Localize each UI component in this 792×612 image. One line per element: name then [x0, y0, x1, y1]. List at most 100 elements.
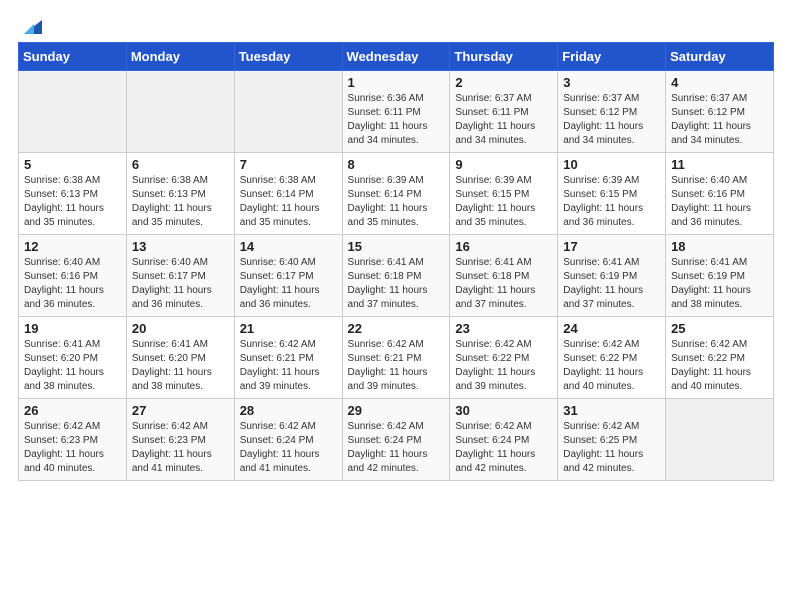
day-info: Sunrise: 6:38 AM Sunset: 6:13 PM Dayligh… [132, 174, 229, 230]
calendar-cell: 25 Sunrise: 6:42 AM Sunset: 6:22 PM Dayli… [666, 317, 774, 399]
calendar-cell: 9 Sunrise: 6:39 AM Sunset: 6:15 PM Daylig… [450, 153, 558, 235]
logo [18, 18, 42, 32]
day-number: 6 [132, 157, 229, 172]
weekday-header-wednesday: Wednesday [342, 43, 450, 71]
calendar-week-row: 19 Sunrise: 6:41 AM Sunset: 6:20 PM Dayli… [19, 317, 774, 399]
calendar-cell: 6 Sunrise: 6:38 AM Sunset: 6:13 PM Daylig… [126, 153, 234, 235]
day-number: 24 [563, 321, 660, 336]
day-number: 30 [455, 403, 552, 418]
day-number: 9 [455, 157, 552, 172]
day-info: Sunrise: 6:39 AM Sunset: 6:14 PM Dayligh… [348, 174, 445, 230]
calendar-week-row: 5 Sunrise: 6:38 AM Sunset: 6:13 PM Daylig… [19, 153, 774, 235]
day-info: Sunrise: 6:41 AM Sunset: 6:20 PM Dayligh… [132, 338, 229, 394]
day-info: Sunrise: 6:42 AM Sunset: 6:23 PM Dayligh… [132, 420, 229, 476]
day-number: 5 [24, 157, 121, 172]
day-info: Sunrise: 6:40 AM Sunset: 6:17 PM Dayligh… [132, 256, 229, 312]
day-info: Sunrise: 6:42 AM Sunset: 6:24 PM Dayligh… [455, 420, 552, 476]
weekday-header-saturday: Saturday [666, 43, 774, 71]
day-number: 28 [240, 403, 337, 418]
calendar-cell: 2 Sunrise: 6:37 AM Sunset: 6:11 PM Daylig… [450, 71, 558, 153]
day-info: Sunrise: 6:37 AM Sunset: 6:12 PM Dayligh… [671, 92, 768, 148]
day-info: Sunrise: 6:42 AM Sunset: 6:22 PM Dayligh… [671, 338, 768, 394]
calendar-cell: 28 Sunrise: 6:42 AM Sunset: 6:24 PM Dayli… [234, 399, 342, 481]
day-number: 26 [24, 403, 121, 418]
calendar-cell: 26 Sunrise: 6:42 AM Sunset: 6:23 PM Dayli… [19, 399, 127, 481]
day-info: Sunrise: 6:42 AM Sunset: 6:24 PM Dayligh… [240, 420, 337, 476]
weekday-header-monday: Monday [126, 43, 234, 71]
day-number: 23 [455, 321, 552, 336]
day-number: 20 [132, 321, 229, 336]
calendar-cell: 19 Sunrise: 6:41 AM Sunset: 6:20 PM Dayli… [19, 317, 127, 399]
calendar-cell: 18 Sunrise: 6:41 AM Sunset: 6:19 PM Dayli… [666, 235, 774, 317]
day-number: 4 [671, 75, 768, 90]
day-number: 31 [563, 403, 660, 418]
day-number: 15 [348, 239, 445, 254]
calendar-week-row: 26 Sunrise: 6:42 AM Sunset: 6:23 PM Dayli… [19, 399, 774, 481]
day-number: 12 [24, 239, 121, 254]
calendar-cell [126, 71, 234, 153]
calendar-cell: 15 Sunrise: 6:41 AM Sunset: 6:18 PM Dayli… [342, 235, 450, 317]
day-number: 18 [671, 239, 768, 254]
calendar-cell: 21 Sunrise: 6:42 AM Sunset: 6:21 PM Dayli… [234, 317, 342, 399]
calendar-week-row: 12Sunrise: 6:40 AM Sunset: 6:16 PM Dayli… [19, 235, 774, 317]
day-info: Sunrise: 6:40 AM Sunset: 6:17 PM Dayligh… [240, 256, 337, 312]
weekday-header-sunday: Sunday [19, 43, 127, 71]
day-info: Sunrise: 6:42 AM Sunset: 6:21 PM Dayligh… [348, 338, 445, 394]
calendar-cell [234, 71, 342, 153]
day-number: 14 [240, 239, 337, 254]
calendar-cell: 12Sunrise: 6:40 AM Sunset: 6:16 PM Dayli… [19, 235, 127, 317]
day-number: 2 [455, 75, 552, 90]
calendar-table: SundayMondayTuesdayWednesdayThursdayFrid… [18, 42, 774, 481]
day-info: Sunrise: 6:41 AM Sunset: 6:18 PM Dayligh… [455, 256, 552, 312]
day-info: Sunrise: 6:41 AM Sunset: 6:18 PM Dayligh… [348, 256, 445, 312]
day-info: Sunrise: 6:41 AM Sunset: 6:19 PM Dayligh… [671, 256, 768, 312]
day-number: 29 [348, 403, 445, 418]
day-info: Sunrise: 6:41 AM Sunset: 6:20 PM Dayligh… [24, 338, 121, 394]
calendar-cell: 23 Sunrise: 6:42 AM Sunset: 6:22 PM Dayli… [450, 317, 558, 399]
day-number: 10 [563, 157, 660, 172]
logo-icon [20, 16, 42, 38]
day-number: 13 [132, 239, 229, 254]
calendar-cell: 1 Sunrise: 6:36 AM Sunset: 6:11 PM Daylig… [342, 71, 450, 153]
day-info: Sunrise: 6:38 AM Sunset: 6:13 PM Dayligh… [24, 174, 121, 230]
calendar-cell: 24 Sunrise: 6:42 AM Sunset: 6:22 PM Dayli… [558, 317, 666, 399]
calendar-cell: 3Sunrise: 6:37 AM Sunset: 6:12 PM Daylig… [558, 71, 666, 153]
day-number: 1 [348, 75, 445, 90]
calendar-cell: 20 Sunrise: 6:41 AM Sunset: 6:20 PM Dayli… [126, 317, 234, 399]
day-info: Sunrise: 6:42 AM Sunset: 6:22 PM Dayligh… [563, 338, 660, 394]
calendar-cell: 13 Sunrise: 6:40 AM Sunset: 6:17 PM Dayli… [126, 235, 234, 317]
weekday-header-thursday: Thursday [450, 43, 558, 71]
day-info: Sunrise: 6:40 AM Sunset: 6:16 PM Dayligh… [671, 174, 768, 230]
day-info: Sunrise: 6:42 AM Sunset: 6:23 PM Dayligh… [24, 420, 121, 476]
calendar-cell: 4 Sunrise: 6:37 AM Sunset: 6:12 PM Daylig… [666, 71, 774, 153]
calendar-cell: 30 Sunrise: 6:42 AM Sunset: 6:24 PM Dayli… [450, 399, 558, 481]
header [18, 18, 774, 32]
day-info: Sunrise: 6:39 AM Sunset: 6:15 PM Dayligh… [455, 174, 552, 230]
day-number: 19 [24, 321, 121, 336]
day-info: Sunrise: 6:42 AM Sunset: 6:21 PM Dayligh… [240, 338, 337, 394]
day-number: 21 [240, 321, 337, 336]
day-info: Sunrise: 6:42 AM Sunset: 6:24 PM Dayligh… [348, 420, 445, 476]
day-number: 7 [240, 157, 337, 172]
calendar-cell: 22 Sunrise: 6:42 AM Sunset: 6:21 PM Dayli… [342, 317, 450, 399]
day-number: 25 [671, 321, 768, 336]
weekday-header-friday: Friday [558, 43, 666, 71]
day-number: 22 [348, 321, 445, 336]
weekday-header-row: SundayMondayTuesdayWednesdayThursdayFrid… [19, 43, 774, 71]
day-info: Sunrise: 6:41 AM Sunset: 6:19 PM Dayligh… [563, 256, 660, 312]
calendar-cell: 7Sunrise: 6:38 AM Sunset: 6:14 PM Daylig… [234, 153, 342, 235]
calendar-cell [666, 399, 774, 481]
day-info: Sunrise: 6:39 AM Sunset: 6:15 PM Dayligh… [563, 174, 660, 230]
day-info: Sunrise: 6:36 AM Sunset: 6:11 PM Dayligh… [348, 92, 445, 148]
day-info: Sunrise: 6:37 AM Sunset: 6:11 PM Dayligh… [455, 92, 552, 148]
logo-text [18, 18, 42, 38]
calendar-cell: 11Sunrise: 6:40 AM Sunset: 6:16 PM Dayli… [666, 153, 774, 235]
day-info: Sunrise: 6:37 AM Sunset: 6:12 PM Dayligh… [563, 92, 660, 148]
calendar-cell: 5 Sunrise: 6:38 AM Sunset: 6:13 PM Daylig… [19, 153, 127, 235]
day-number: 8 [348, 157, 445, 172]
calendar-cell: 31Sunrise: 6:42 AM Sunset: 6:25 PM Dayli… [558, 399, 666, 481]
calendar-cell: 14 Sunrise: 6:40 AM Sunset: 6:17 PM Dayli… [234, 235, 342, 317]
day-info: Sunrise: 6:42 AM Sunset: 6:22 PM Dayligh… [455, 338, 552, 394]
page: SundayMondayTuesdayWednesdayThursdayFrid… [0, 0, 792, 612]
day-number: 17 [563, 239, 660, 254]
